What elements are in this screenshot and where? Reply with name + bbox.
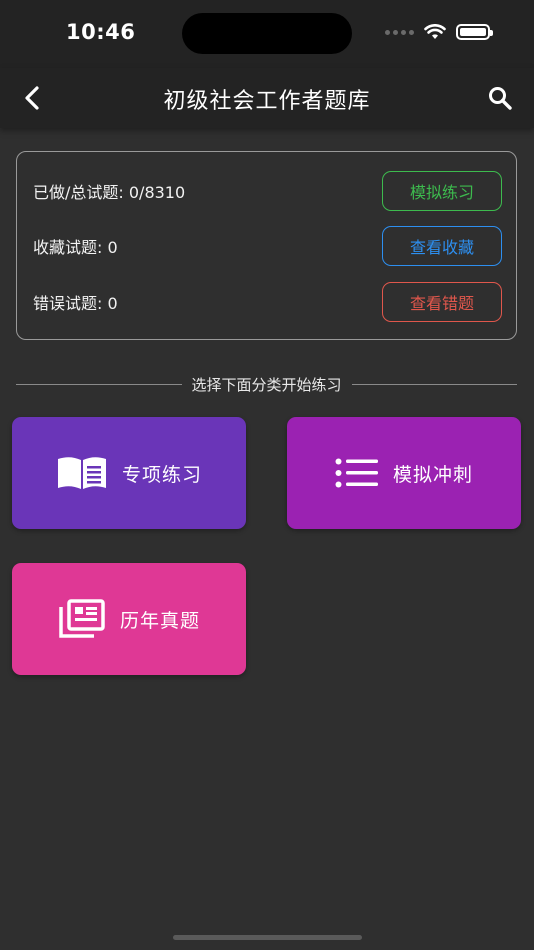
section-divider: 选择下面分类开始练习 — [16, 372, 518, 396]
divider-line-right — [351, 383, 518, 385]
wrong-label: 错误试题: 0 — [33, 294, 118, 313]
view-favorites-button[interactable]: 查看收藏 — [382, 226, 502, 266]
tile-label: 历年真题 — [119, 609, 200, 632]
done-total-label: 已做/总试题: 0/8310 — [33, 183, 186, 202]
tile-label: 模拟冲刺 — [392, 463, 473, 486]
battery-icon — [456, 24, 493, 40]
book-icon — [56, 455, 108, 491]
search-icon — [489, 87, 512, 110]
documents-icon — [58, 599, 106, 639]
category-tile-mock-sprint[interactable]: 模拟冲刺 — [287, 417, 521, 529]
tile-label: 专项练习 — [121, 463, 202, 486]
dynamic-island — [182, 13, 352, 54]
cellular-signal-icon — [385, 29, 414, 35]
page-title: 初级社会工作者题库 — [163, 89, 371, 114]
view-wrong-button[interactable]: 查看错题 — [382, 282, 502, 322]
stats-card: 已做/总试题: 0/8310 模拟练习 收藏试题: 0 查看收藏 错误试题: 0… — [16, 151, 517, 340]
category-tile-special-practice[interactable]: 专项练习 — [12, 417, 246, 529]
stat-row-favorites: 收藏试题: 0 查看收藏 — [33, 226, 502, 266]
category-tile-past-exams[interactable]: 历年真题 — [12, 563, 246, 675]
status-bar: 10:46 — [0, 0, 534, 68]
status-icons — [385, 24, 493, 40]
nav-bar: 初级社会工作者题库 — [0, 68, 534, 128]
mock-practice-button[interactable]: 模拟练习 — [382, 171, 502, 211]
search-button[interactable] — [482, 80, 518, 116]
stat-row-wrong: 错误试题: 0 查看错题 — [33, 282, 502, 322]
stat-row-done: 已做/总试题: 0/8310 模拟练习 — [33, 171, 502, 211]
home-indicator[interactable] — [173, 935, 362, 940]
wifi-icon — [424, 24, 446, 39]
divider-line-left — [16, 383, 182, 385]
section-heading: 选择下面分类开始练习 — [191, 375, 342, 394]
favorites-label: 收藏试题: 0 — [33, 238, 118, 257]
status-time: 10:46 — [66, 20, 136, 44]
list-icon — [335, 458, 379, 488]
